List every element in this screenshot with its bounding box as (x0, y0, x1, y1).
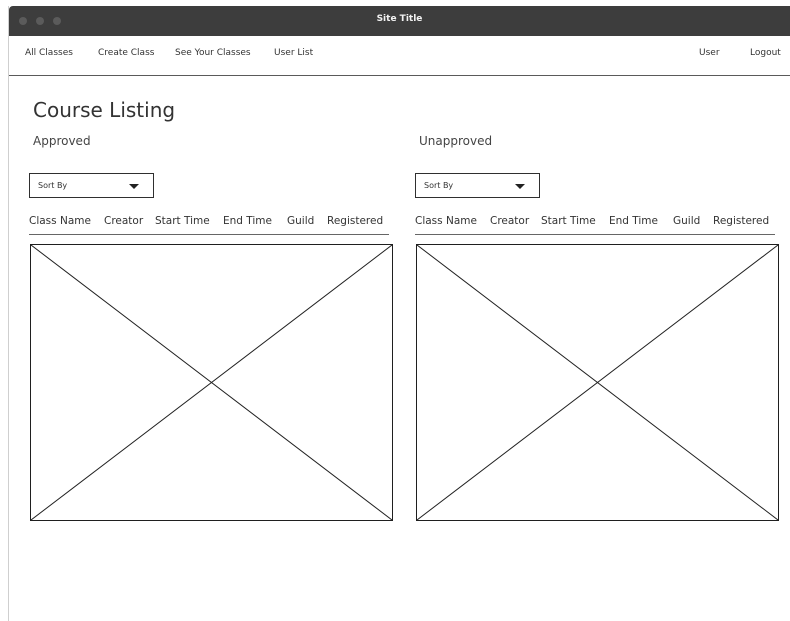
page-title: Course Listing (33, 98, 176, 122)
column-class-name[interactable]: Class Name (415, 215, 477, 227)
approved-sort-dropdown[interactable]: Sort By (29, 173, 154, 198)
image-placeholder-icon (31, 245, 392, 520)
column-start-time[interactable]: Start Time (155, 215, 210, 227)
unapproved-column-headers: Class Name Creator Start Time End Time G… (415, 211, 775, 235)
nav-all-classes[interactable]: All Classes (25, 48, 73, 58)
top-nav: All Classes Create Class See Your Classe… (9, 36, 790, 76)
approved-column-headers: Class Name Creator Start Time End Time G… (29, 211, 389, 235)
nav-user-list[interactable]: User List (274, 48, 313, 58)
unapproved-sort-label: Sort By (424, 181, 454, 190)
column-guild[interactable]: Guild (673, 215, 700, 227)
chevron-down-icon (515, 184, 525, 189)
approved-sort-label: Sort By (38, 181, 68, 190)
unapproved-sort-dropdown[interactable]: Sort By (415, 173, 540, 198)
column-start-time[interactable]: Start Time (541, 215, 596, 227)
image-placeholder-icon (417, 245, 778, 520)
app-window: Site Title All Classes Create Class See … (8, 6, 790, 621)
unapproved-heading: Unapproved (419, 134, 493, 148)
column-creator[interactable]: Creator (104, 215, 143, 227)
nav-user[interactable]: User (699, 48, 720, 58)
column-end-time[interactable]: End Time (223, 215, 272, 227)
window-title: Site Title (376, 14, 423, 24)
column-guild[interactable]: Guild (287, 215, 314, 227)
column-end-time[interactable]: End Time (609, 215, 658, 227)
nav-logout[interactable]: Logout (750, 48, 781, 58)
column-class-name[interactable]: Class Name (29, 215, 91, 227)
title-bar: Site Title (9, 6, 790, 36)
approved-content-placeholder (30, 244, 393, 521)
column-creator[interactable]: Creator (490, 215, 529, 227)
approved-heading: Approved (33, 134, 91, 148)
column-registered[interactable]: Registered (327, 215, 383, 227)
nav-see-your-classes[interactable]: See Your Classes (175, 48, 251, 58)
chevron-down-icon (129, 184, 139, 189)
unapproved-content-placeholder (416, 244, 779, 521)
nav-create-class[interactable]: Create Class (98, 48, 154, 58)
column-registered[interactable]: Registered (713, 215, 769, 227)
